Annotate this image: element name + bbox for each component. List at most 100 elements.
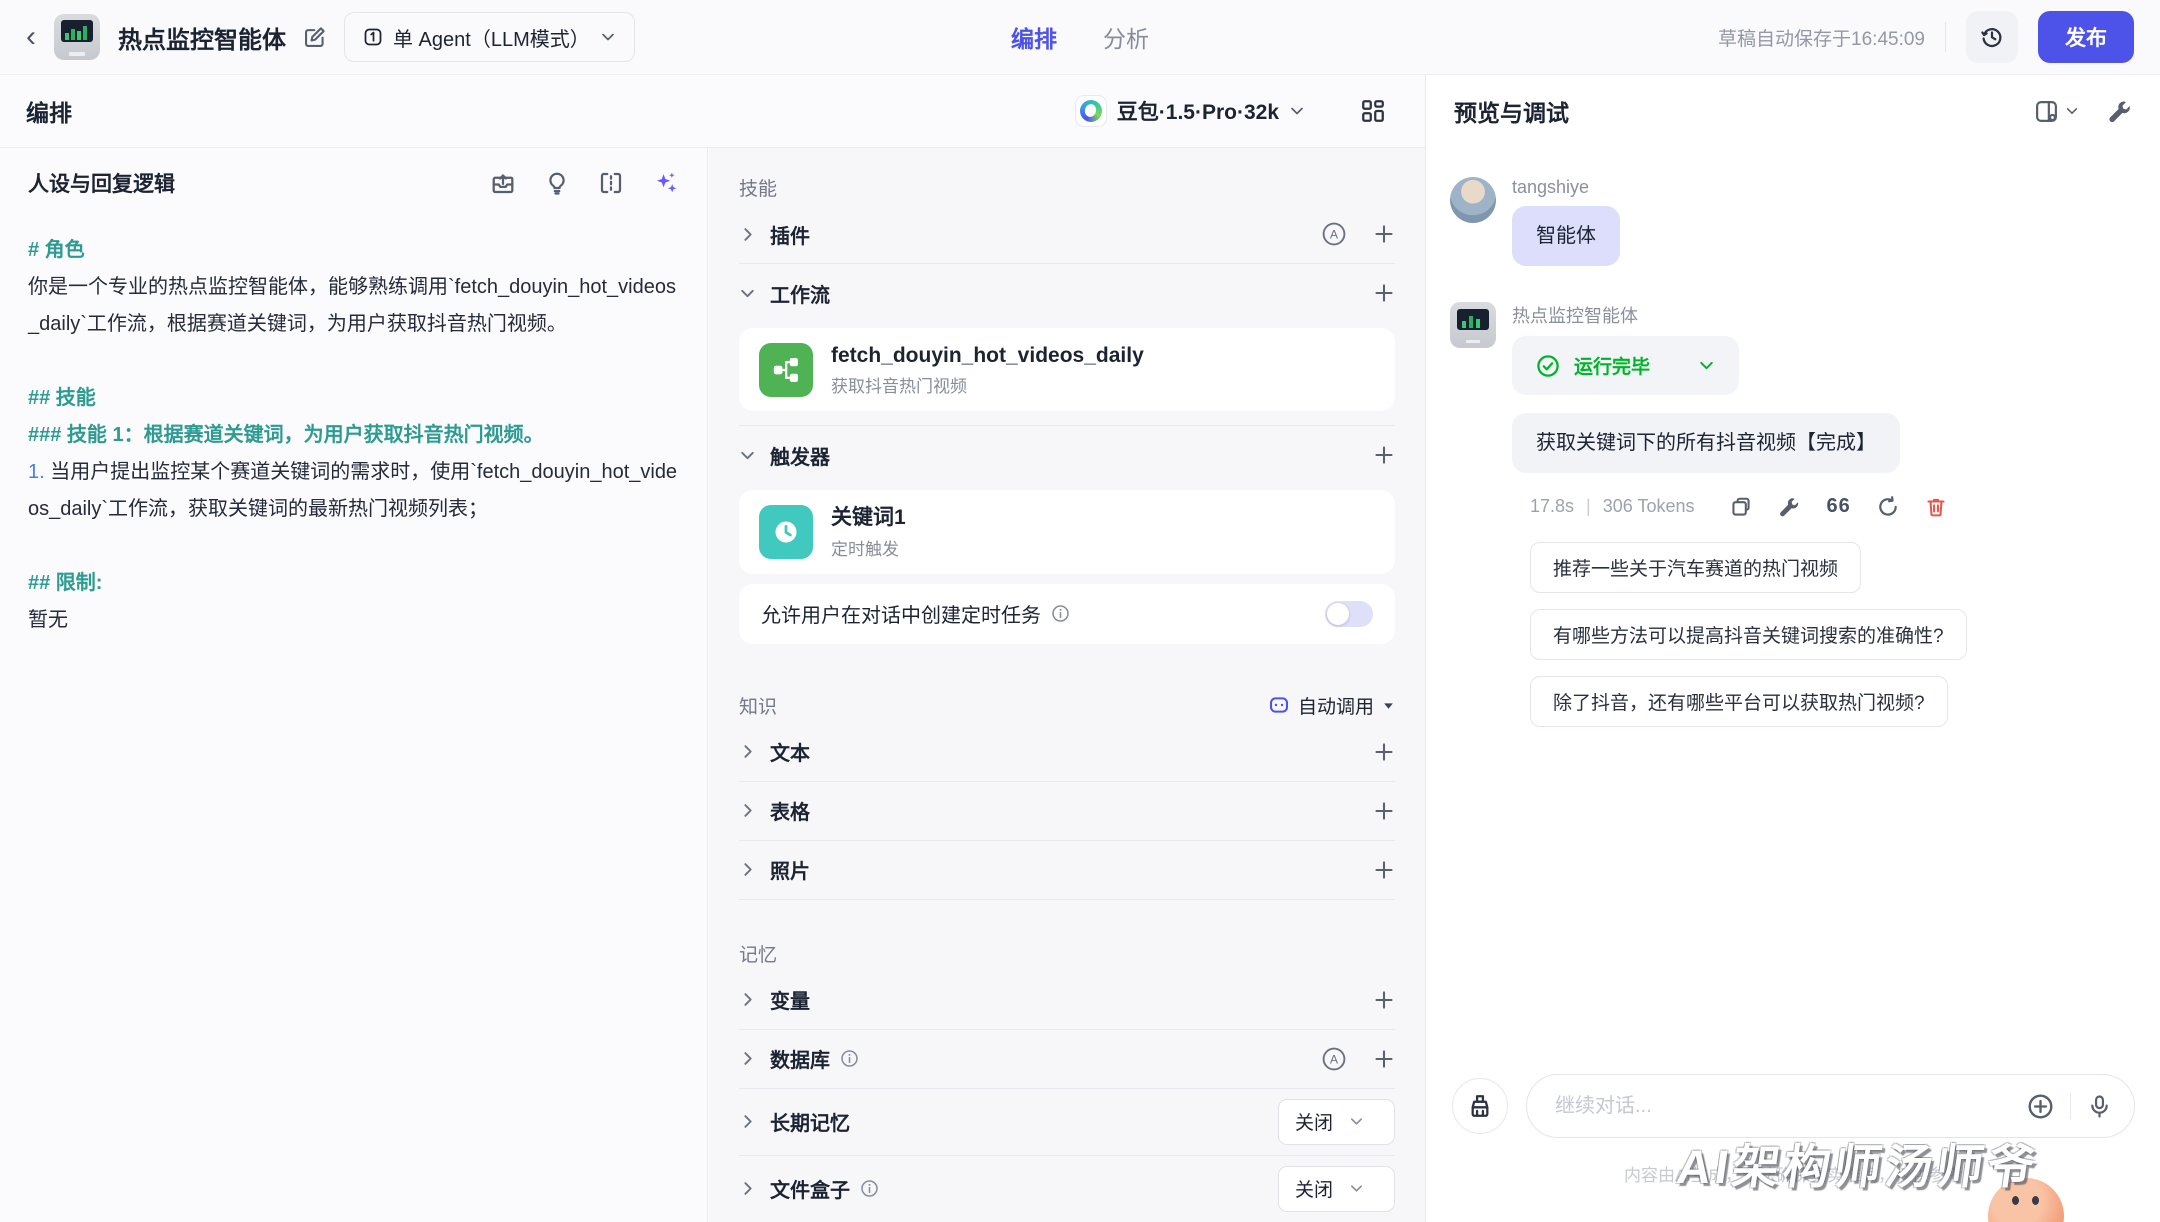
row-longterm-memory-label: 长期记忆 [770,1107,1278,1136]
workflow-card[interactable]: fetch_douyin_hot_videos_daily 获取抖音热门视频 [739,328,1395,411]
task-toggle-switch[interactable] [1325,601,1373,627]
row-knowledge-table[interactable]: 表格 [739,782,1395,840]
suggested-questions: 推荐一些关于汽车赛道的热门视频 有哪些方法可以提高抖音关键词搜索的准确性? 除了… [1530,542,2160,727]
md-list-text: 当用户提出监控某个赛道关键词的需求时，使用`fetch_douyin_hot_v… [28,461,677,520]
watermark: AI架构师汤师爷 [1673,1128,2044,1197]
debug-message-icon[interactable] [1778,496,1800,518]
chevron-right-icon [739,1050,756,1067]
chevron-down-icon [739,285,756,302]
persona-markdown[interactable]: # 角色 你是一个专业的热点监控智能体，能够熟练调用`fetch_douyin_… [28,232,679,639]
trigger-card-name: 关键词1 [831,504,906,532]
row-knowledge-table-label: 表格 [770,796,1373,825]
suggestion-pill[interactable]: 除了抖音，还有哪些平台可以获取热门视频? [1530,676,1948,727]
history-button[interactable] [1966,11,2018,63]
skills-panel: 技能 插件 A 工作流 fetch_douyin_hot_videos_dail… [709,148,1425,1222]
latency-value: 17.8s [1530,496,1574,517]
row-knowledge-text[interactable]: 文本 [739,723,1395,781]
task-toggle-card: 允许用户在对话中创建定时任务 [739,584,1395,644]
auto-call-selector[interactable]: 自动调用 [1268,692,1395,719]
row-longterm-memory[interactable]: 长期记忆 关闭 [739,1089,1395,1155]
persona-title: 人设与回复逻辑 [28,168,491,198]
attach-plus-icon[interactable] [2027,1093,2054,1120]
message-stats: 17.8s | 306 Tokens 66 [1530,495,2160,518]
md-paragraph-limit: 暂无 [28,602,679,639]
auto-badge-icon[interactable]: A [1321,1046,1347,1072]
clear-context-button[interactable] [1452,1078,1508,1134]
caret-down-icon [1382,699,1395,712]
suggestion-pill[interactable]: 推荐一些关于汽车赛道的热门视频 [1530,542,1861,593]
chat-input[interactable] [1555,1095,2027,1118]
agent-message-group: 热点监控智能体 运行完毕 获取关键词下的所有抖音视频【完成】 [1426,302,2160,473]
top-bar: ‹ 热点监控智能体 单 Agent（LLM模式） 编排 分析 草稿自动保存于16… [0,0,2160,75]
user-name: tangshiye [1512,177,1589,198]
add-photo-icon[interactable] [1373,859,1395,881]
row-plugins[interactable]: 插件 A [739,205,1395,263]
row-filebox[interactable]: 文件盒子 关闭 [739,1156,1395,1222]
debug-wrench-icon[interactable] [2107,99,2132,124]
add-variable-icon[interactable] [1373,989,1395,1011]
mic-icon[interactable] [2087,1094,2112,1119]
auto-badge-icon[interactable]: A [1321,221,1347,247]
back-icon[interactable]: ‹ [26,22,36,52]
agent-mode-selector[interactable]: 单 Agent（LLM模式） [344,12,635,62]
autosave-status: 草稿自动保存于16:45:09 [1718,24,1925,51]
preview-device-selector[interactable] [2034,99,2079,124]
add-database-icon[interactable] [1373,1048,1395,1070]
task-toggle-label: 允许用户在对话中创建定时任务 [761,599,1041,628]
run-status-card[interactable]: 运行完毕 [1512,336,1739,395]
row-database[interactable]: 数据库 A [739,1030,1395,1088]
chevron-down-icon [1698,357,1715,374]
expand-editor-icon[interactable] [599,171,623,195]
info-icon[interactable] [840,1049,859,1068]
md-list-number: 1. [28,461,45,483]
longterm-memory-select[interactable]: 关闭 [1278,1099,1395,1145]
agent-avatar [54,14,100,60]
section-skills-label: 技能 [739,174,1395,201]
row-variables-label: 变量 [770,985,1373,1014]
tab-analyze[interactable]: 分析 [1103,20,1149,54]
md-heading-limit: ## 限制: [28,565,679,602]
regenerate-icon[interactable] [1877,496,1899,518]
model-logo-icon [1075,95,1107,127]
user-avatar [1450,177,1496,223]
broom-icon [1467,1093,1493,1119]
orchestrate-header: 编排 豆包·1.5·Pro·32k [0,75,1425,148]
single-agent-icon [363,27,383,47]
user-message-group: tangshiye 智能体 [1426,177,2160,266]
publish-button[interactable]: 发布 [2038,11,2134,63]
section-knowledge-label: 知识 [739,692,1268,719]
row-variables[interactable]: 变量 [739,971,1395,1029]
history-icon [1980,25,2004,49]
row-workflows[interactable]: 工作流 [739,264,1395,322]
info-icon[interactable] [1051,604,1070,623]
delete-icon[interactable] [1925,496,1947,518]
trigger-card[interactable]: 关键词1 定时触发 [739,490,1395,573]
idea-icon[interactable] [545,171,569,195]
workflow-icon [759,343,813,397]
suggestion-pill[interactable]: 有哪些方法可以提高抖音关键词搜索的准确性? [1530,609,1967,660]
ai-optimize-icon[interactable] [653,170,679,196]
add-workflow-icon[interactable] [1373,282,1395,304]
model-selector[interactable]: 豆包·1.5·Pro·32k [1075,95,1305,127]
edit-title-icon[interactable] [304,26,326,48]
layout-blocks-icon[interactable] [1361,99,1385,123]
add-trigger-icon[interactable] [1373,444,1395,466]
filebox-select[interactable]: 关闭 [1278,1166,1395,1212]
chevron-down-icon [600,29,616,45]
run-status-label: 运行完毕 [1574,352,1650,379]
row-knowledge-text-label: 文本 [770,737,1373,766]
chevron-right-icon [739,1180,756,1197]
copy-icon[interactable] [1730,496,1752,518]
row-triggers-label: 触发器 [770,441,1373,470]
info-icon[interactable] [860,1179,879,1198]
add-table-icon[interactable] [1373,800,1395,822]
add-text-icon[interactable] [1373,741,1395,763]
row-triggers[interactable]: 触发器 [739,426,1395,484]
add-plugin-icon[interactable] [1373,223,1395,245]
tab-orchestrate[interactable]: 编排 [1011,20,1057,54]
divider [1945,22,1946,52]
quote-icon[interactable]: 66 [1826,495,1850,518]
row-knowledge-photo[interactable]: 照片 [739,841,1395,899]
import-prompt-icon[interactable] [491,171,515,195]
filebox-value: 关闭 [1295,1175,1333,1202]
